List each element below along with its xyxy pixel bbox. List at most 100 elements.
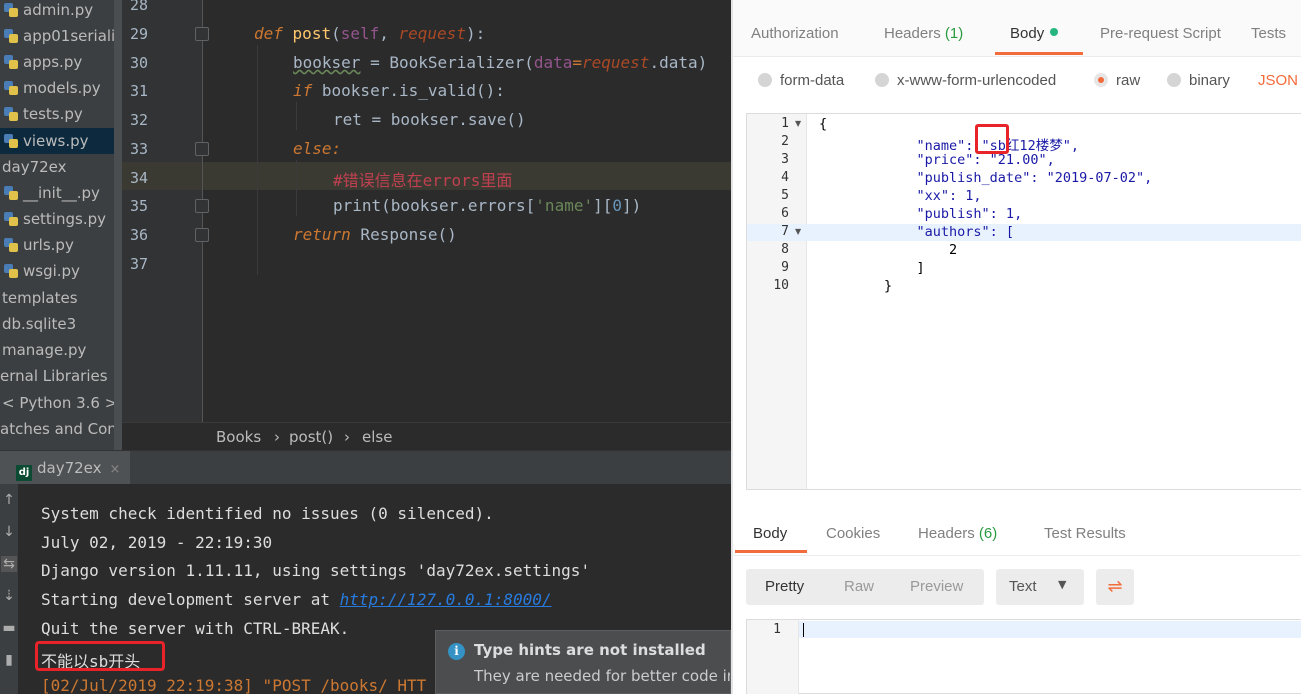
tree-item-urls-py[interactable]: urls.py bbox=[0, 232, 74, 258]
code-line-29[interactable]: def post(self, request): bbox=[254, 24, 485, 43]
breadcrumb-separator: › bbox=[344, 428, 350, 446]
arrow-up-icon[interactable]: ↑ bbox=[1, 492, 17, 508]
code-line-31[interactable]: if bookser.is_valid(): bbox=[293, 81, 505, 100]
response-body-viewer[interactable]: 1 bbox=[746, 619, 1301, 694]
line-number: 8 bbox=[781, 242, 789, 257]
fold-marker-icon[interactable] bbox=[195, 142, 209, 156]
radio-icon bbox=[875, 73, 889, 87]
fold-arrow-icon[interactable]: ▼ bbox=[795, 227, 801, 236]
python-file-icon bbox=[3, 133, 19, 149]
line-number: 9 bbox=[781, 260, 789, 275]
response-tab-headers[interactable]: Headers (6) bbox=[918, 525, 997, 542]
fold-marker-icon[interactable] bbox=[195, 228, 209, 242]
code-line-33[interactable]: else: bbox=[293, 139, 341, 158]
python-file-icon bbox=[3, 54, 19, 70]
view-pretty-button[interactable]: Pretty bbox=[765, 578, 804, 595]
body-modified-dot bbox=[1050, 28, 1059, 36]
json-line: "name": "sb红12楼梦", bbox=[819, 138, 1079, 154]
tab-tests[interactable]: Tests bbox=[1251, 25, 1286, 42]
code-line-30[interactable]: bookser = BookSerializer(data=request.da… bbox=[293, 53, 707, 72]
format-select[interactable]: Text ▼ bbox=[996, 569, 1084, 605]
tree-item-day72ex[interactable]: day72ex bbox=[2, 154, 67, 180]
scroll-to-end-icon[interactable]: ⇣ bbox=[1, 588, 17, 604]
body-type-selector: form-data x-www-form-urlencoded raw bina… bbox=[733, 57, 1301, 109]
request-tabs: Authorization Headers (1) Body Pre-reque… bbox=[733, 0, 1301, 57]
fold-marker-icon[interactable] bbox=[195, 199, 209, 213]
view-preview-button[interactable]: Preview bbox=[910, 578, 963, 595]
tree-item-admin-py[interactable]: admin.py bbox=[0, 0, 93, 23]
tree-item-views-py[interactable]: views.py bbox=[0, 128, 122, 154]
run-tab-day72ex[interactable]: dj day72ex × bbox=[0, 451, 131, 485]
view-mode-group: Pretty Raw Preview bbox=[746, 569, 984, 605]
type-hints-notification[interactable]: i Type hints are not installed They are … bbox=[435, 630, 731, 694]
radio-icon bbox=[1167, 73, 1181, 87]
code-line-34[interactable]: #错误信息在errors里面 bbox=[333, 167, 512, 191]
radio-binary[interactable]: binary bbox=[1167, 72, 1230, 89]
python-file-icon bbox=[3, 185, 19, 201]
breadcrumb-class[interactable]: Books bbox=[216, 423, 261, 451]
active-tab-underline bbox=[995, 52, 1083, 55]
tab-body[interactable]: Body bbox=[1010, 25, 1059, 42]
tree-item-scratches[interactable]: atches and Conso bbox=[0, 416, 122, 442]
tree-item-apps-py[interactable]: apps.py bbox=[0, 49, 82, 75]
radio-x-www-form-urlencoded[interactable]: x-www-form-urlencoded bbox=[875, 72, 1056, 89]
close-icon[interactable]: × bbox=[110, 462, 121, 477]
response-tab-body[interactable]: Body bbox=[753, 525, 787, 542]
tab-headers[interactable]: Headers (1) bbox=[884, 25, 963, 42]
server-url-link[interactable]: http://127.0.0.1:8000/ bbox=[340, 590, 552, 609]
response-tab-cookies[interactable]: Cookies bbox=[826, 525, 880, 542]
tree-item-db-sqlite3[interactable]: db.sqlite3 bbox=[2, 311, 76, 337]
arrow-down-icon[interactable]: ↓ bbox=[1, 524, 17, 540]
tree-item-app01serializer[interactable]: app01serialize bbox=[0, 23, 122, 49]
request-body-editor[interactable]: 1 ▼ 2 3 4 5 6 7 ▼ 8 9 10 { "name": "sb红1… bbox=[746, 113, 1301, 490]
code-line-36[interactable]: return Response() bbox=[293, 225, 457, 244]
line-number: 33 bbox=[130, 140, 149, 158]
response-tabs: Body Cookies Headers (6) Test Results bbox=[733, 510, 1301, 556]
tree-item-settings-py[interactable]: settings.py bbox=[0, 206, 106, 232]
tree-item-tests-py[interactable]: tests.py bbox=[0, 101, 83, 127]
python-file-icon bbox=[3, 106, 19, 122]
view-raw-button[interactable]: Raw bbox=[844, 578, 874, 595]
line-number: 32 bbox=[130, 111, 149, 129]
tab-authorization[interactable]: Authorization bbox=[751, 25, 839, 42]
tree-item-python-sdk[interactable]: < Python 3.6 > E bbox=[2, 390, 122, 416]
json-line: 2 bbox=[819, 242, 958, 258]
fold-marker-icon[interactable] bbox=[195, 27, 209, 41]
python-file-icon bbox=[3, 28, 19, 44]
breadcrumb-method[interactable]: post() bbox=[289, 423, 333, 451]
tree-item-wsgi-py[interactable]: wsgi.py bbox=[0, 258, 80, 284]
code-line-35[interactable]: print(bookser.errors['name'][0]) bbox=[333, 196, 641, 215]
code-line-32[interactable]: ret = bookser.save() bbox=[333, 110, 526, 129]
radio-form-data[interactable]: form-data bbox=[758, 72, 844, 89]
tree-item-templates[interactable]: templates bbox=[2, 285, 78, 311]
json-line: "authors": [ bbox=[819, 224, 1015, 240]
python-file-icon bbox=[3, 211, 19, 227]
tree-item-manage-py[interactable]: manage.py bbox=[2, 337, 86, 363]
line-number: 34 bbox=[130, 169, 149, 187]
breadcrumb-block[interactable]: else bbox=[362, 423, 392, 451]
tree-item-models-py[interactable]: models.py bbox=[0, 75, 101, 101]
console-line: Quit the server with CTRL-BREAK. bbox=[41, 619, 350, 638]
tree-item-external-libraries[interactable]: ernal Libraries bbox=[0, 363, 108, 389]
json-line: { bbox=[819, 116, 828, 132]
django-icon: dj bbox=[16, 465, 32, 481]
indent-guide bbox=[257, 45, 258, 275]
line-number: 37 bbox=[130, 255, 149, 273]
line-number: 29 bbox=[130, 25, 149, 43]
tab-pre-request-script[interactable]: Pre-request Script bbox=[1100, 25, 1221, 42]
indent-guide bbox=[296, 102, 297, 130]
wrap-lines-icon[interactable]: ⇌ bbox=[1096, 569, 1134, 605]
content-type-dropdown[interactable]: JSON ( bbox=[1258, 72, 1301, 89]
print-icon[interactable]: ▬ bbox=[1, 620, 17, 636]
line-number: 30 bbox=[130, 54, 149, 72]
trash-icon[interactable]: ▮ bbox=[1, 652, 17, 668]
radio-selected-icon bbox=[1094, 73, 1108, 87]
line-number: 2 bbox=[781, 134, 789, 149]
tree-scrollbar[interactable] bbox=[114, 0, 122, 450]
soft-wrap-icon[interactable]: ⇆ bbox=[1, 556, 17, 572]
radio-raw[interactable]: raw bbox=[1094, 72, 1140, 89]
tree-item-init-py[interactable]: __init__.py bbox=[0, 180, 100, 206]
fold-arrow-icon[interactable]: ▼ bbox=[795, 119, 801, 128]
response-tab-test-results[interactable]: Test Results bbox=[1044, 525, 1126, 542]
line-number: 35 bbox=[130, 197, 149, 215]
